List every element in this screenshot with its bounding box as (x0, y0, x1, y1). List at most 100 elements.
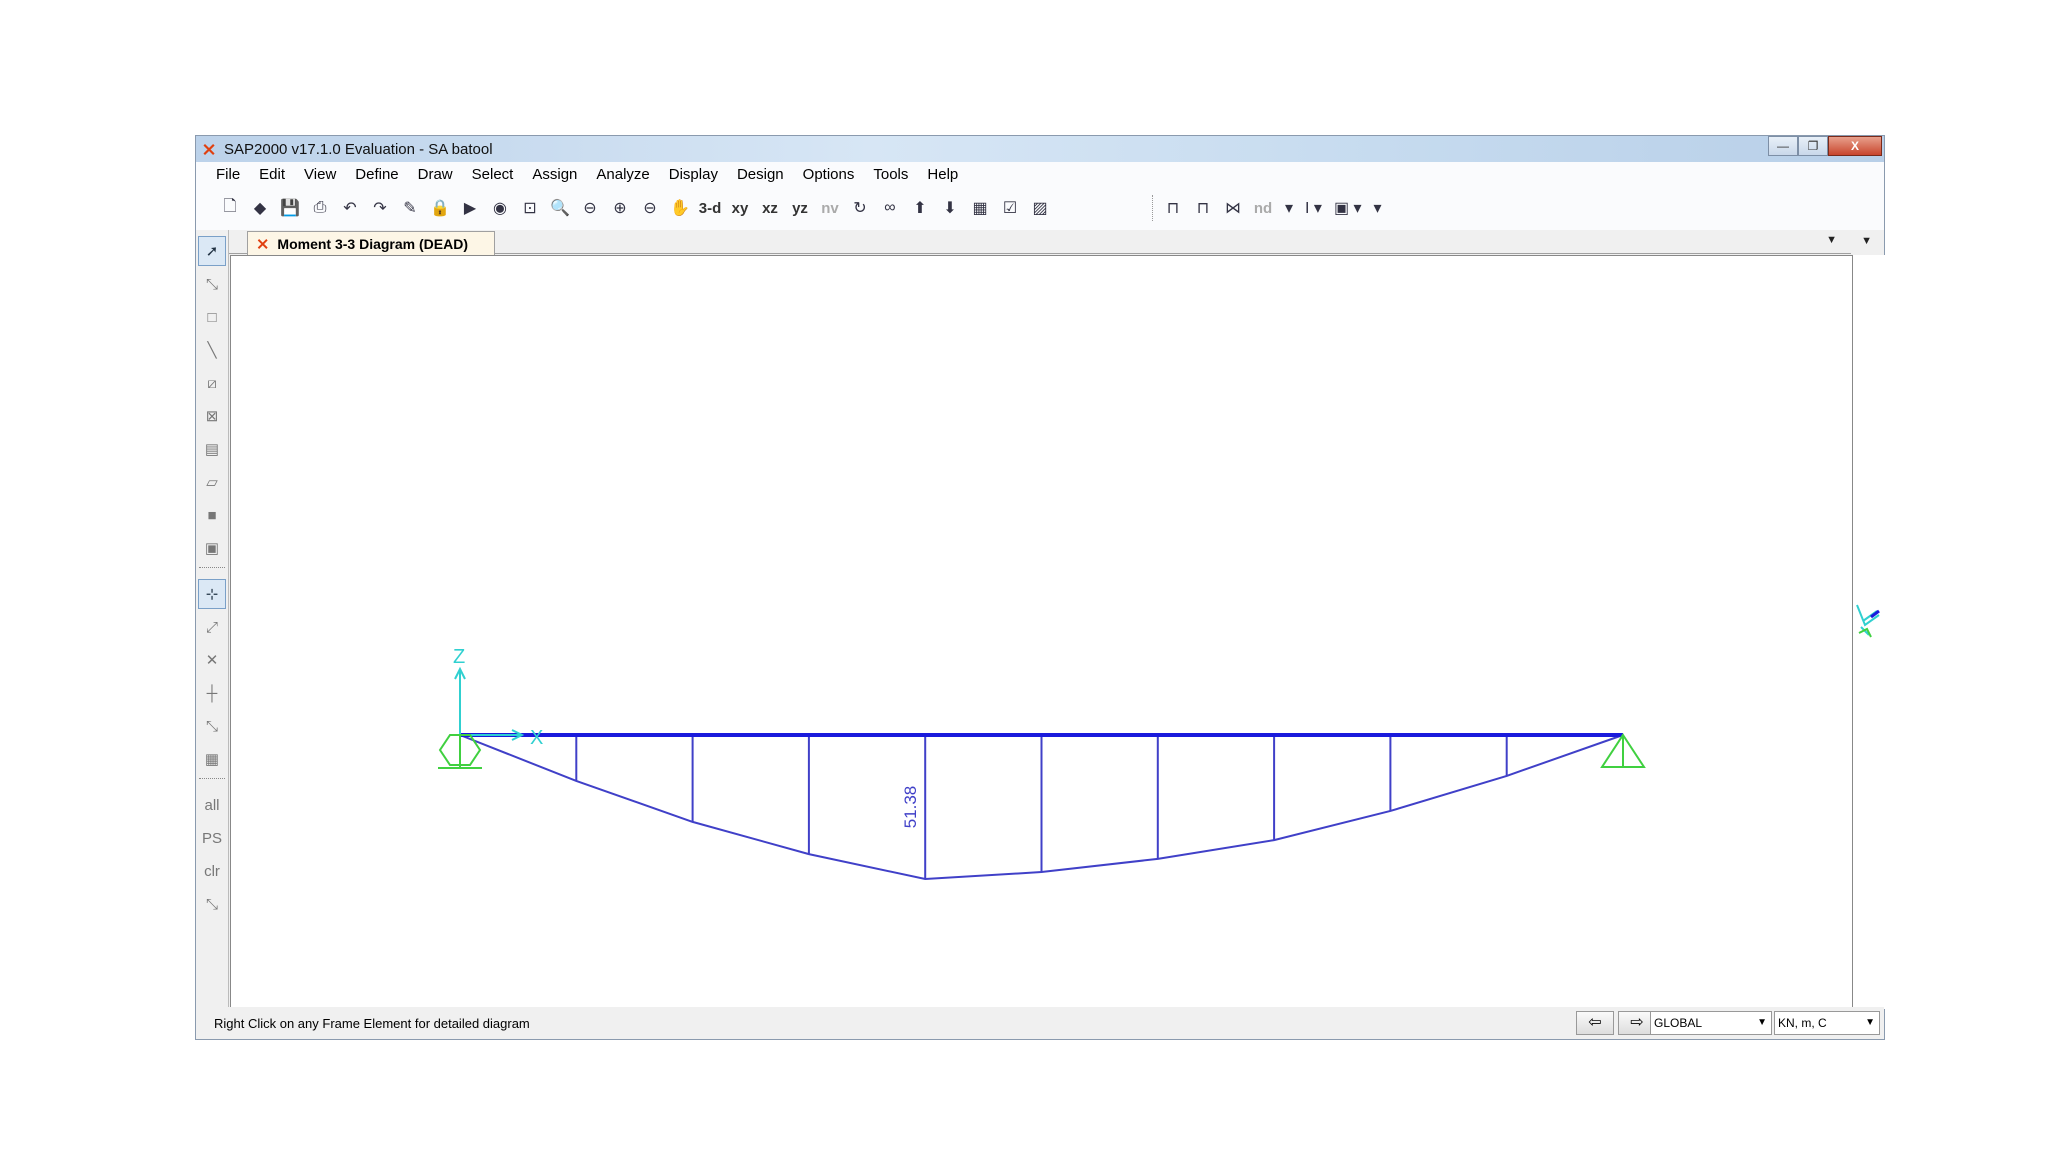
view-nv-button[interactable]: nv (816, 194, 844, 222)
menu-help[interactable]: Help (927, 166, 958, 183)
open-button[interactable]: ◆ (246, 194, 274, 222)
frame-button[interactable]: ⊓ (1159, 194, 1187, 222)
new-button[interactable]: 🗋 (216, 194, 244, 222)
nd-button[interactable]: nd (1249, 194, 1277, 222)
window-list-dropdown[interactable]: ▼ (1826, 234, 1837, 246)
menu-draw[interactable]: Draw (418, 166, 453, 183)
toolbar-dropdown-button[interactable]: ▣ ▾ (1334, 194, 1362, 222)
mini-3d-view-icon (1856, 604, 1880, 638)
units-select[interactable]: KN, m, C ▼ (1774, 1011, 1880, 1035)
zoom-window-button[interactable]: ⊡ (516, 194, 544, 222)
check-button[interactable]: ☑ (996, 194, 1024, 222)
redo-button[interactable]: ↷ (366, 194, 394, 222)
pointer-button[interactable]: ➚ (198, 236, 226, 266)
snap-ends-button[interactable]: ⤢ (198, 612, 226, 642)
reshaper-button[interactable]: ⤡ (198, 269, 226, 299)
menu-define[interactable]: Define (355, 166, 398, 183)
redo-icon: ↷ (373, 200, 387, 217)
quick-draw-frame-button[interactable]: ⧄ (198, 368, 226, 398)
menu-view[interactable]: View (304, 166, 336, 183)
move-down-button[interactable]: ⬇ (936, 194, 964, 222)
lock-button[interactable]: 🔒 (426, 194, 454, 222)
run-button[interactable]: ▶ (456, 194, 484, 222)
minimize-button[interactable]: — (1768, 136, 1798, 156)
coordinate-system-select[interactable]: GLOBAL ▼ (1650, 1011, 1772, 1035)
undo-button[interactable]: ↶ (336, 194, 364, 222)
quick-brace-icon: ⊠ (205, 408, 219, 425)
pan-button[interactable]: ✋ (666, 194, 694, 222)
sap2000-logo-icon: ⨯ (256, 235, 270, 253)
snap-intersections-button[interactable]: ✕ (198, 645, 226, 675)
snap-grid-button[interactable]: ▦ (198, 744, 226, 774)
zoom-previous-button[interactable]: ⊖ (576, 194, 604, 222)
draw-frame-button[interactable]: ╲ (198, 335, 226, 365)
toolbar-dropdown-button[interactable]: ▾ (1285, 194, 1293, 222)
left-toolbar: ➚ ⤡ □ ╲ ⧄ ⊠ ▤ ▱ ■ ▣ ⊹ ⤢ ✕ ┼ ⤡ ▦ all PS clr ⤡ (196, 230, 229, 1007)
view-yz-button[interactable]: yz (786, 194, 814, 222)
snap-joints-icon: ⊹ (205, 586, 219, 603)
tab-moment-diagram[interactable]: ⨯ Moment 3-3 Diagram (DEAD) (247, 231, 495, 255)
select-previous-button[interactable]: PS (198, 823, 226, 853)
quick-draw-area-button[interactable]: ▣ (198, 533, 226, 563)
units-value: KN, m, C (1778, 1016, 1827, 1030)
restore-button[interactable]: ❐ (1798, 136, 1828, 156)
menu-display[interactable]: Display (669, 166, 718, 183)
menu-tools[interactable]: Tools (873, 166, 908, 183)
tab-row: ⨯ Moment 3-3 Diagram (DEAD) ▼ (229, 230, 1851, 255)
draw-poly-area-button[interactable]: ▱ (198, 467, 226, 497)
quick-secondary-beam-icon: ▤ (204, 441, 220, 458)
clear-selection-icon: clr (204, 862, 220, 880)
close-button[interactable]: X (1828, 136, 1882, 156)
draw-frame-icon: ╲ (207, 342, 217, 359)
zoom-in-button[interactable]: ⊕ (606, 194, 634, 222)
quick-brace-button[interactable]: ⊠ (198, 401, 226, 431)
object-shrink-button[interactable]: ▦ (966, 194, 994, 222)
menu-file[interactable]: File (216, 166, 240, 183)
run-animation-button[interactable]: ◉ (486, 194, 514, 222)
snap-lines-button[interactable]: ⤡ (198, 711, 226, 741)
previous-button[interactable]: ⇦ (1576, 1011, 1614, 1035)
model-view-canvas[interactable]: Z X 51.38 (230, 255, 1853, 1009)
snap-joints-button[interactable]: ⊹ (198, 579, 226, 609)
menu-edit[interactable]: Edit (259, 166, 285, 183)
draw-rect-area-button[interactable]: ■ (198, 500, 226, 530)
menu-select[interactable]: Select (472, 166, 514, 183)
menu-analyze[interactable]: Analyze (596, 166, 649, 183)
side-view-panel (1853, 255, 1885, 1009)
x-axis-label: X (530, 727, 543, 749)
view-3-d-button[interactable]: 3-d (696, 194, 724, 222)
zoom-restore-button[interactable]: 🔍 (546, 194, 574, 222)
pencil-icon: ✎ (403, 200, 417, 217)
side-panel-dropdown[interactable]: ▼ (1861, 235, 1872, 247)
zoom-out-button[interactable]: ⊖ (636, 194, 664, 222)
view-xz-button[interactable]: xz (756, 194, 784, 222)
perspective-button[interactable]: ∞ (876, 194, 904, 222)
toolbar-dropdown-button[interactable]: I ▾ (1305, 194, 1322, 222)
portal-frame-button[interactable]: ⊓ (1189, 194, 1217, 222)
view-xy-button[interactable]: xy (726, 194, 754, 222)
assign-display-button[interactable]: ▨ (1026, 194, 1054, 222)
move-up-button[interactable]: ⬆ (906, 194, 934, 222)
deformed-shape-button[interactable]: ⋈ (1219, 194, 1247, 222)
toolbar-dropdown-button[interactable]: ▾ (1374, 194, 1382, 222)
coordinate-system-value: GLOBAL (1654, 1016, 1703, 1030)
intersecting-line-select-button[interactable]: ⤡ (198, 889, 226, 919)
frame-icon: ⊓ (1166, 200, 1180, 217)
menu-design[interactable]: Design (737, 166, 784, 183)
status-text: Right Click on any Frame Element for det… (214, 1015, 530, 1031)
max-moment-label: 51.38 (901, 786, 920, 829)
rotate-button[interactable]: ↻ (846, 194, 874, 222)
lock-icon: 🔒 (430, 200, 450, 217)
reshaper-icon: ⤡ (205, 275, 218, 293)
save-button[interactable]: 💾 (276, 194, 304, 222)
menu-assign[interactable]: Assign (532, 166, 577, 183)
clear-selection-button[interactable]: clr (198, 856, 226, 886)
snap-intersections-icon: ✕ (205, 652, 219, 669)
quick-secondary-beam-button[interactable]: ▤ (198, 434, 226, 464)
print-button[interactable]: ⎙ (306, 194, 334, 222)
menu-options[interactable]: Options (803, 166, 855, 183)
select-all-button[interactable]: all (198, 790, 226, 820)
snap-perpendicular-button[interactable]: ┼ (198, 678, 226, 708)
pencil-button[interactable]: ✎ (396, 194, 424, 222)
draw-joint-button[interactable]: □ (198, 302, 226, 332)
